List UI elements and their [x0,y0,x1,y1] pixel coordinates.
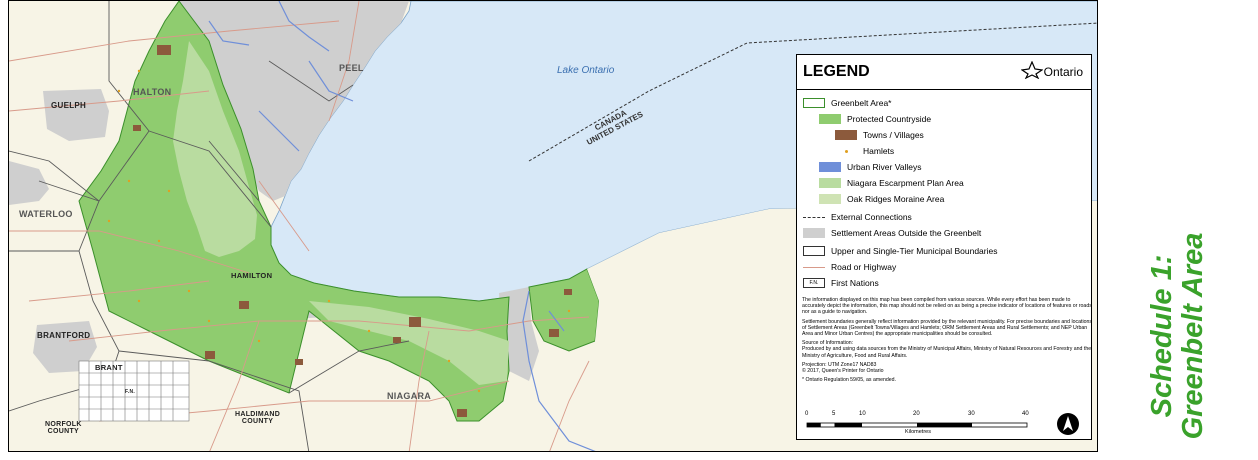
legend-item-label: First Nations [831,278,879,288]
legend-note: Projection: UTM Zone17 NAD83 © 2017, Que… [802,361,884,375]
legend-divider [797,89,1091,90]
schedule-title-line1: Schedule 1: [1146,254,1178,418]
ontario-logo-text: Ontario [1043,65,1083,79]
schedule-title: Schedule 1: Greenbelt Area [1098,0,1258,452]
label-brantford: BRANTFORD [37,331,91,340]
legend-item-label: Urban River Valleys [847,162,922,172]
legend-swatch-outline-grey [803,246,825,256]
label-niagara: NIAGARA [387,391,432,401]
legend-swatch-road [803,267,825,268]
legend-note: The information displayed on this map ha… [802,297,1092,316]
scale-tick: 30 [968,411,975,417]
label-guelph: GUELPH [51,101,87,110]
scale-tick: 0 [805,411,809,417]
legend-item-label: Settlement Areas Outside the Greenbelt [831,228,982,238]
legend-item-label: Oak Ridges Moraine Area [847,194,945,204]
legend-swatch-light-green [819,178,841,188]
legend-note: * Ontario Regulation 59/05, as amended. [802,377,897,384]
legend-item-label: External Connections [831,212,912,222]
legend-swatch-brown [835,130,857,140]
label-hamilton: HAMILTON [231,271,273,280]
legend-item-label: Niagara Escarpment Plan Area [847,178,964,188]
legend-swatch-dashed [803,217,825,218]
legend-notes: The information displayed on this map ha… [802,297,1092,386]
legend-swatch-grey [803,228,825,238]
scale-tick: 20 [913,411,920,417]
legend-item-label: Towns / Villages [863,130,924,140]
legend-swatch-pale-green [819,194,841,204]
label-haldimand: HALDIMAND COUNTY [235,411,281,425]
north-arrow-icon [1057,413,1079,435]
label-halton: HALTON [133,87,172,97]
scale-bar: 0 5 10 20 30 40 Kilometres [805,411,1033,437]
ontario-logo: Ontario [1020,61,1083,79]
legend-item-label: Hamlets [863,146,895,156]
legend-panel: LEGEND Ontario Greenbelt Area* Protected … [796,54,1092,440]
legend-item-label: Protected Countryside [847,114,932,124]
legend-swatch-blue [819,162,841,172]
legend-note: Settlement boundaries generally reflect … [802,318,1092,338]
legend-item-label: Road or Highway [831,262,897,272]
legend-swatch-green [819,114,841,124]
label-fn: F.N. [125,389,136,395]
scale-tick: 5 [832,411,836,417]
scale-units: Kilometres [905,429,931,435]
label-norfolk: NORFOLK COUNTY [45,421,82,435]
schedule-title-line2: Greenbelt Area [1177,232,1209,440]
scale-tick: 40 [1022,411,1029,417]
label-peel: PEEL [339,63,364,73]
legend-note: Source of Information: Produced by and u… [802,340,1092,359]
legend-item-label: Greenbelt Area* [831,98,892,108]
label-brant: BRANT [95,363,123,372]
label-waterloo: WATERLOO [19,209,73,219]
lake-ontario-label: Lake Ontario [557,65,615,76]
legend-swatch-dot [835,146,857,156]
legend-swatch-fn: F.N. [803,278,825,288]
legend-swatch-outline-green [803,98,825,108]
legend-title: LEGEND [803,63,870,80]
trillium-icon [1020,61,1043,79]
legend-item-label: Upper and Single-Tier Municipal Boundari… [831,246,998,256]
scale-tick: 10 [859,411,866,417]
